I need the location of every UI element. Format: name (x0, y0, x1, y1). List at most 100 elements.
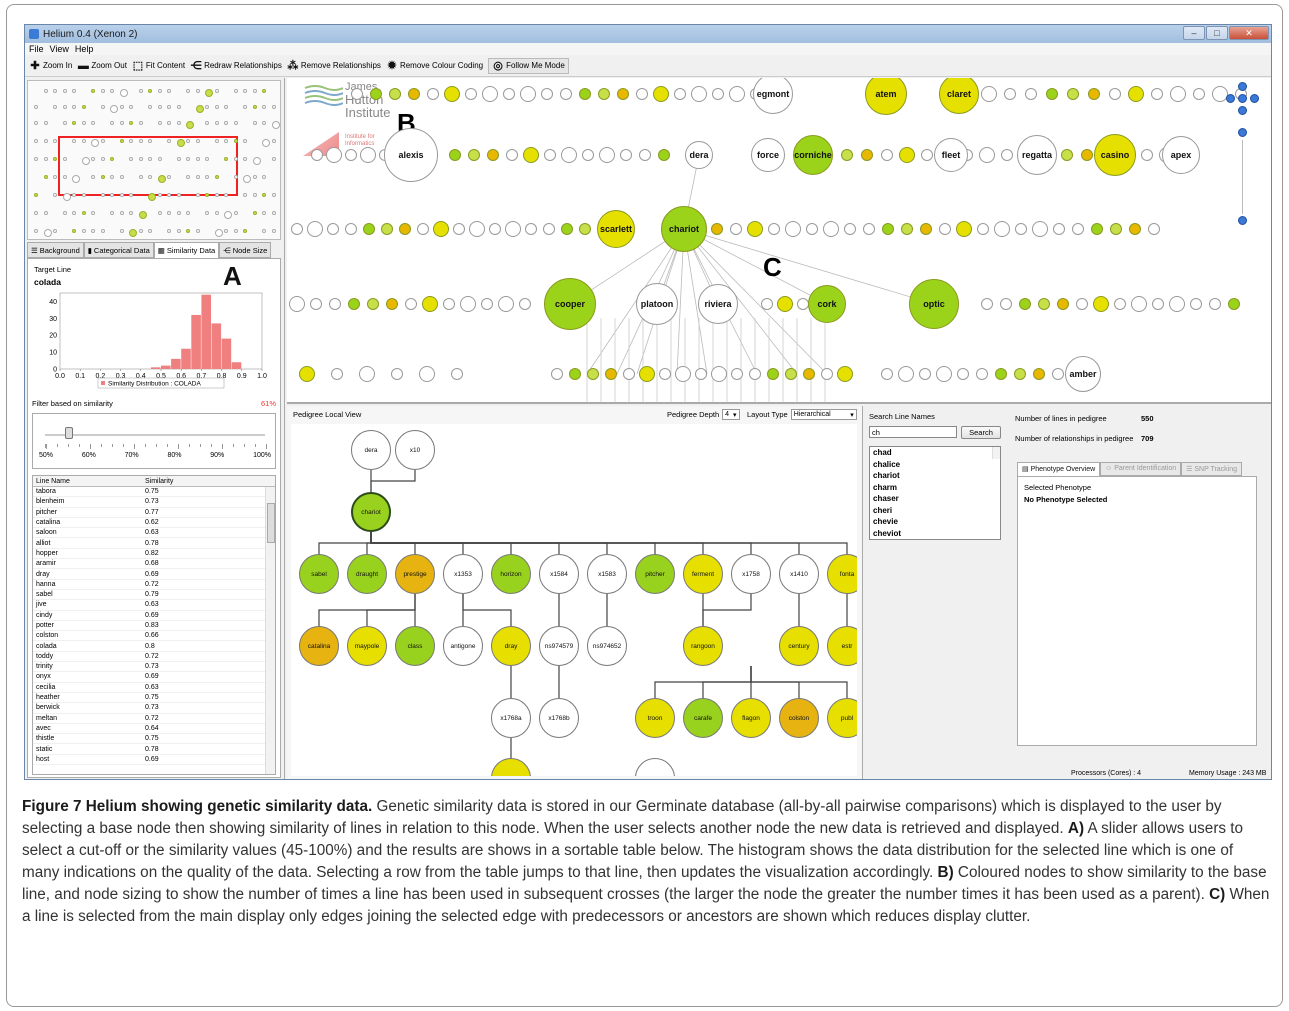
graph-node[interactable] (370, 88, 382, 100)
graph-node[interactable] (1152, 298, 1164, 310)
fit-content-button[interactable]: ⬚ Fit Content (132, 60, 185, 72)
graph-node[interactable] (419, 366, 435, 382)
graph-node[interactable] (921, 149, 933, 161)
graph-node[interactable] (487, 149, 499, 161)
col-similarity[interactable]: Similarity (145, 478, 173, 485)
graph-node[interactable] (311, 149, 323, 161)
graph-node[interactable] (359, 366, 375, 382)
graph-node[interactable] (469, 221, 485, 237)
table-row[interactable]: aramir 0.68 (33, 559, 275, 570)
graph-node[interactable] (367, 298, 379, 310)
graph-node[interactable] (636, 88, 648, 100)
graph-node[interactable] (695, 368, 707, 380)
pedigree-node-flagon[interactable]: flagon (731, 698, 771, 738)
graph-node[interactable] (653, 86, 669, 102)
graph-node[interactable] (1019, 298, 1031, 310)
graph-node[interactable] (1057, 298, 1069, 310)
pedigree-node-ns974652[interactable]: ns974652 (587, 626, 627, 666)
remove-colour-button[interactable]: ✹ Remove Colour Coding (386, 60, 483, 72)
menu-file[interactable]: File (29, 44, 44, 54)
graph-node[interactable] (1093, 296, 1109, 312)
graph-node[interactable] (1076, 298, 1088, 310)
graph-node[interactable] (981, 298, 993, 310)
tab-similarity[interactable]: ▦ Similarity Data (153, 242, 220, 258)
pedigree-node-carafe[interactable]: carafe (683, 698, 723, 738)
graph-node[interactable] (901, 223, 913, 235)
graph-node[interactable] (939, 223, 951, 235)
graph-node[interactable] (674, 88, 686, 100)
graph-node[interactable] (1131, 296, 1147, 312)
result-item[interactable]: chariot (873, 470, 1000, 482)
graph-node[interactable] (307, 221, 323, 237)
pedigree-node-ns974579[interactable]: ns974579 (539, 626, 579, 666)
graph-node[interactable] (291, 223, 303, 235)
table-row[interactable]: colada 0.8 (33, 641, 275, 652)
graph-node[interactable] (345, 223, 357, 235)
graph-node[interactable] (417, 223, 429, 235)
redraw-relationships-button[interactable]: ⋲ Redraw Relationships (190, 60, 282, 72)
graph-node[interactable] (882, 223, 894, 235)
scroll-thumb[interactable] (267, 503, 275, 543)
pedigree-canvas[interactable]: dera x10 chariot sabel draught prestige x1353 h… (291, 424, 857, 776)
graph-node[interactable] (1169, 296, 1185, 312)
graph-node[interactable] (806, 223, 818, 235)
graph-node[interactable] (1032, 221, 1048, 237)
graph-node[interactable] (451, 368, 463, 380)
graph-node[interactable] (1053, 223, 1065, 235)
graph-node[interactable] (861, 149, 873, 161)
pedigree-node-dera[interactable]: dera (351, 430, 391, 470)
graph-node[interactable] (711, 223, 723, 235)
graph-node-cooper[interactable]: cooper (544, 278, 596, 330)
pedigree-node-x1768b[interactable]: x1768b (539, 698, 579, 738)
table-row[interactable]: toddy 0.72 (33, 652, 275, 663)
graph-node[interactable] (749, 368, 761, 380)
table-row[interactable]: blenheim 0.73 (33, 497, 275, 508)
graph-node[interactable] (675, 366, 691, 382)
graph-node[interactable] (561, 147, 577, 163)
graph-node[interactable] (449, 149, 461, 161)
graph-node[interactable] (1228, 298, 1240, 310)
pedigree-node-horizon[interactable]: horizon (491, 554, 531, 594)
table-row[interactable]: hopper 0.82 (33, 549, 275, 560)
graph-node[interactable] (408, 88, 420, 100)
pedigree-node-ferment[interactable]: ferment (683, 554, 723, 594)
graph-node[interactable] (465, 88, 477, 100)
table-row[interactable]: jive 0.63 (33, 600, 275, 611)
graph-node[interactable] (841, 149, 853, 161)
graph-node[interactable] (659, 368, 671, 380)
graph-node-cork[interactable]: cork (808, 285, 846, 323)
graph-node[interactable] (386, 298, 398, 310)
graph-node-dera[interactable]: dera (685, 141, 713, 169)
graph-node[interactable] (1025, 88, 1037, 100)
table-row[interactable]: avec 0.64 (33, 724, 275, 735)
pan-center-icon[interactable] (1238, 94, 1247, 103)
graph-node[interactable] (543, 223, 555, 235)
graph-node[interactable] (579, 88, 591, 100)
graph-node[interactable] (1052, 368, 1064, 380)
graph-node[interactable] (327, 223, 339, 235)
graph-node[interactable] (481, 298, 493, 310)
graph-node[interactable] (598, 88, 610, 100)
graph-node-riviera[interactable]: riviera (698, 284, 738, 324)
overview-map[interactable] (27, 80, 281, 240)
graph-node[interactable] (506, 149, 518, 161)
graph-node[interactable] (823, 221, 839, 237)
graph-node[interactable] (560, 88, 572, 100)
graph-node[interactable] (505, 221, 521, 237)
graph-node[interactable] (541, 88, 553, 100)
graph-node[interactable] (977, 223, 989, 235)
menu-view[interactable]: View (50, 44, 69, 54)
graph-node[interactable] (957, 368, 969, 380)
maximize-button[interactable]: □ (1206, 26, 1228, 40)
graph-node[interactable] (936, 366, 952, 382)
table-scrollbar[interactable] (265, 487, 275, 774)
graph-node[interactable] (785, 368, 797, 380)
result-item[interactable]: charm (873, 482, 1000, 494)
zoom-out-button[interactable]: ▬ Zoom Out (77, 60, 127, 72)
tab-background[interactable]: ☰ Background (27, 242, 84, 258)
graph-node[interactable] (453, 223, 465, 235)
graph-node[interactable] (468, 149, 480, 161)
graph-node[interactable] (523, 147, 539, 163)
pedigree-node-draught[interactable]: draught (347, 554, 387, 594)
pedigree-node-x1584[interactable]: x1584 (539, 554, 579, 594)
